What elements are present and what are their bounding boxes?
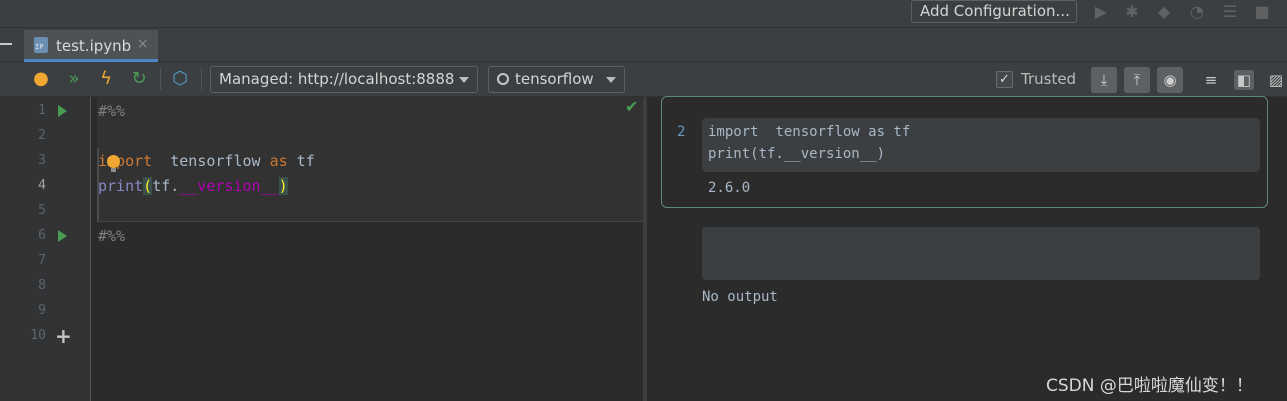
preview-only-icon[interactable]: ▨: [1266, 70, 1286, 90]
kernel-select[interactable]: tensorflow: [488, 66, 625, 93]
add-cell-icon[interactable]: +: [55, 326, 72, 346]
toolbar-divider: [160, 68, 161, 90]
run-cell-icon[interactable]: [58, 230, 67, 242]
notebook-file-icon: [34, 37, 48, 53]
watermark: CSDN @巴啦啦魔仙变！！: [1046, 376, 1253, 396]
chevron-down-icon: [606, 77, 616, 83]
preview-code-line: print(tf.__version__): [708, 146, 886, 162]
dunder-attribute: __version__: [179, 177, 279, 195]
run-build-icon[interactable]: ☰: [1220, 2, 1240, 22]
chevron-down-icon: [459, 77, 469, 83]
check-icon: ✔: [625, 97, 639, 116]
toolbar-divider: [201, 68, 202, 90]
execution-count: 2: [677, 124, 686, 140]
cell-marker: #%%: [98, 227, 126, 245]
close-icon[interactable]: ×: [137, 36, 149, 52]
split-view-icon[interactable]: ◧: [1234, 70, 1254, 90]
keyword-as: as: [269, 152, 288, 170]
paren-close: ): [278, 177, 288, 195]
object-name: tf.: [152, 177, 180, 195]
lightning-icon[interactable]: ϟ: [95, 68, 117, 90]
line-number: 8: [38, 278, 46, 293]
run-icon[interactable]: ▶: [1091, 2, 1111, 22]
kernel-status-icon: [497, 73, 509, 85]
minimize-icon[interactable]: [0, 43, 12, 45]
line-number: 3: [38, 153, 46, 168]
module-alias: tf: [287, 152, 315, 170]
eye-icon[interactable]: ◉: [1157, 67, 1183, 93]
debug-icon[interactable]: ✱: [1122, 2, 1142, 22]
cell-output: 2.6.0: [708, 180, 751, 196]
tab-label: test.ipynb: [56, 37, 132, 55]
editor-tabs: test.ipynb ×: [0, 28, 1287, 62]
lightbulb-icon[interactable]: [107, 155, 120, 172]
tab-test-ipynb[interactable]: test.ipynb ×: [24, 30, 158, 62]
notebook-toolbar: ● » ϟ ↻ ⬡ Managed: http://localhost:8888…: [0, 62, 1287, 97]
coverage-icon[interactable]: ◆: [1154, 2, 1174, 22]
scroll-up-icon[interactable]: ⤒: [1124, 67, 1150, 93]
run-all-icon[interactable]: »: [63, 68, 85, 90]
line-number: 10: [30, 328, 46, 343]
line-number: 4: [38, 178, 46, 193]
module-name: tensorflow: [152, 152, 270, 170]
builtin-print: print: [98, 177, 144, 195]
line-number: 7: [38, 253, 46, 268]
scroll-down-icon[interactable]: ⤓: [1091, 67, 1117, 93]
paren-open: (: [143, 177, 153, 195]
run-toolbar: Add Configuration... ▶ ✱ ◆ ◔ ☰ ■: [0, 0, 1287, 28]
kernel-select-label: tensorflow: [515, 70, 594, 88]
run-cell-icon[interactable]: [58, 105, 67, 117]
code-line-3: import tensorflow as tf: [98, 152, 315, 170]
add-configuration-button[interactable]: Add Configuration...: [911, 0, 1077, 23]
server-select-label: Managed: http://localhost:8888: [219, 70, 455, 88]
line-number: 5: [38, 203, 46, 218]
jupyter-server-icon[interactable]: ⬡: [169, 68, 191, 90]
line-number: 9: [38, 303, 46, 318]
trusted-label: Trusted: [1021, 70, 1077, 88]
restart-kernel-icon[interactable]: ↻: [128, 68, 150, 90]
stop-icon[interactable]: ■: [1252, 2, 1272, 22]
no-output-label: No output: [702, 289, 778, 305]
trusted-checkbox[interactable]: ✓: [996, 71, 1013, 88]
line-number: 6: [38, 228, 46, 243]
preview-code-line: import tensorflow as tf: [708, 124, 911, 140]
line-number: 1: [38, 103, 46, 118]
server-select[interactable]: Managed: http://localhost:8888: [210, 66, 478, 93]
empty-code-box: [702, 227, 1260, 280]
cell-marker: #%%: [98, 102, 126, 120]
profile-icon[interactable]: ◔: [1187, 2, 1207, 22]
line-number: 2: [38, 128, 46, 143]
code-line-4: print(tf.__version__): [98, 177, 288, 195]
lightbulb-icon[interactable]: ●: [30, 68, 52, 90]
editor-only-icon[interactable]: ≡: [1201, 70, 1221, 90]
